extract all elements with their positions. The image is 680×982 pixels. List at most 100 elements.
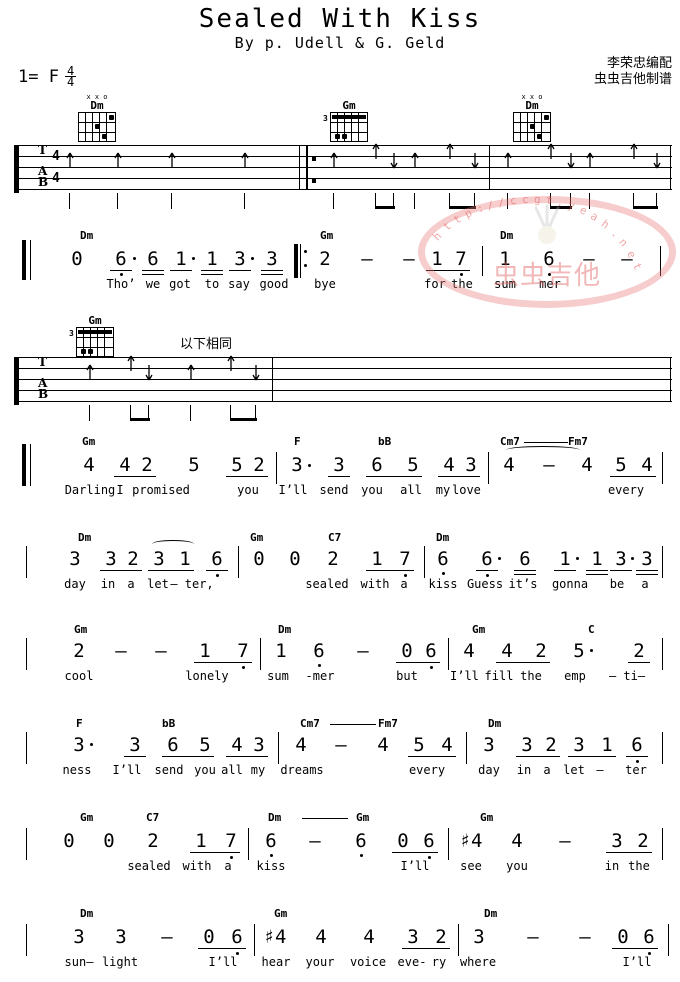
note: 2 xyxy=(253,454,265,476)
chord-diagram-marks: x x o xyxy=(86,93,108,101)
lyric: gonna xyxy=(551,577,589,591)
strum-down-arrow xyxy=(145,365,153,385)
note: 6 xyxy=(423,830,435,852)
note: 0 xyxy=(203,926,215,948)
strum-up-arrow xyxy=(411,152,419,172)
note: – xyxy=(579,926,591,948)
note: – xyxy=(115,640,127,662)
note: 4 xyxy=(441,734,453,756)
tab-letter-t: T xyxy=(38,143,47,157)
note: – xyxy=(403,248,415,270)
lyric: – xyxy=(596,763,604,777)
lyric: I’ll xyxy=(112,763,142,777)
note: 3 xyxy=(333,454,345,476)
note: 4 xyxy=(581,454,593,476)
lyric: a xyxy=(127,577,135,591)
lyric: you xyxy=(237,483,259,497)
key-signature: 1= F 4 4 xyxy=(18,65,77,88)
lyric: I’ll xyxy=(400,859,430,873)
note: 0 xyxy=(617,926,629,948)
note: – xyxy=(361,248,373,270)
lyric: for xyxy=(424,277,446,291)
lyric: sealed xyxy=(305,577,349,591)
strum-up-arrow xyxy=(66,152,74,172)
note: – xyxy=(309,830,321,852)
chord-label: Dm xyxy=(484,907,498,920)
note: 4 xyxy=(119,454,131,476)
note: ♯4 xyxy=(263,926,287,948)
notation-system-6: Gm C7 Dm Gm Gm 0 0 2 sealed 1 7 with a 6… xyxy=(0,808,680,884)
time-signature: 4 4 xyxy=(64,65,77,88)
note: 7 xyxy=(399,548,411,570)
note: 3 xyxy=(473,926,485,948)
chord-label: Dm xyxy=(80,907,94,920)
notation-system-1: Dm Gm Dm 0 6 Tho’ 6 we 1 got 1 to 3 say … xyxy=(0,228,680,298)
lyric: light xyxy=(101,955,139,969)
chord-diagram-gm-1: Gm 3 xyxy=(323,99,368,142)
lyric: in xyxy=(604,859,620,873)
note: – xyxy=(559,830,571,852)
lyric: my xyxy=(250,763,266,777)
note: 2 xyxy=(319,248,331,270)
lyric: a xyxy=(641,577,649,591)
chord-label: F xyxy=(294,435,301,448)
chord-label: Gm xyxy=(472,623,486,636)
chord-grid: 3 xyxy=(323,112,368,142)
note: 3 xyxy=(641,548,653,570)
note: 3 xyxy=(69,548,81,570)
lyric: ter xyxy=(625,763,647,777)
note: 5 xyxy=(615,454,627,476)
note: 6 xyxy=(519,548,531,570)
lyric: see xyxy=(460,859,482,873)
chord-label: Gm xyxy=(82,435,96,448)
lyric: every xyxy=(607,483,645,497)
note: 4 xyxy=(503,454,515,476)
lyric: the xyxy=(520,669,542,683)
chord-grid xyxy=(513,112,551,142)
chord-label: Dm xyxy=(278,623,292,636)
lyric: kiss xyxy=(428,577,458,591)
lyric: with xyxy=(182,859,212,873)
note: 4 xyxy=(295,734,307,756)
lyric: sum xyxy=(494,277,516,291)
lyric: all xyxy=(221,763,243,777)
note: 3 xyxy=(573,734,585,756)
lyric: I’ll xyxy=(208,955,238,969)
note: 2 xyxy=(435,926,447,948)
note: 3 xyxy=(253,734,265,756)
note: – xyxy=(527,926,539,948)
lyric: I’ll xyxy=(622,955,652,969)
lyric: love xyxy=(452,483,481,497)
lyric: a xyxy=(224,859,232,873)
note: 6 xyxy=(643,926,655,948)
note: 4 xyxy=(641,454,653,476)
lyric: promised xyxy=(132,483,190,497)
note: 1 xyxy=(499,248,511,270)
lyric: but xyxy=(396,669,418,683)
lyric: say xyxy=(228,277,250,291)
note: 0 xyxy=(401,640,413,662)
note: 5 xyxy=(573,640,585,662)
lyric: kiss xyxy=(256,859,286,873)
strum-up-arrow xyxy=(330,152,338,172)
lyric: day xyxy=(478,763,500,777)
lyric: Guess xyxy=(466,577,504,591)
note: 0 xyxy=(63,830,75,852)
strum-up-arrow xyxy=(372,143,380,163)
chord-label: Dm xyxy=(78,531,92,544)
chord-diagram-name: Gm xyxy=(342,99,356,112)
chord-label: C7 xyxy=(146,811,160,824)
tie-slur xyxy=(152,540,194,548)
credit-arranger: 李荣忠编配 xyxy=(606,56,672,71)
lyric: in xyxy=(516,763,532,777)
lyric: emp xyxy=(564,669,586,683)
note: 4 xyxy=(363,926,375,948)
chord-label: Gm xyxy=(250,531,264,544)
note: – xyxy=(161,926,173,948)
note: 5 xyxy=(407,454,419,476)
chord-label: Dm xyxy=(488,717,502,730)
lyric: with xyxy=(360,577,390,591)
chord-label: Gm xyxy=(480,811,494,824)
note: 4 xyxy=(377,734,389,756)
strum-up-arrow xyxy=(187,364,195,384)
